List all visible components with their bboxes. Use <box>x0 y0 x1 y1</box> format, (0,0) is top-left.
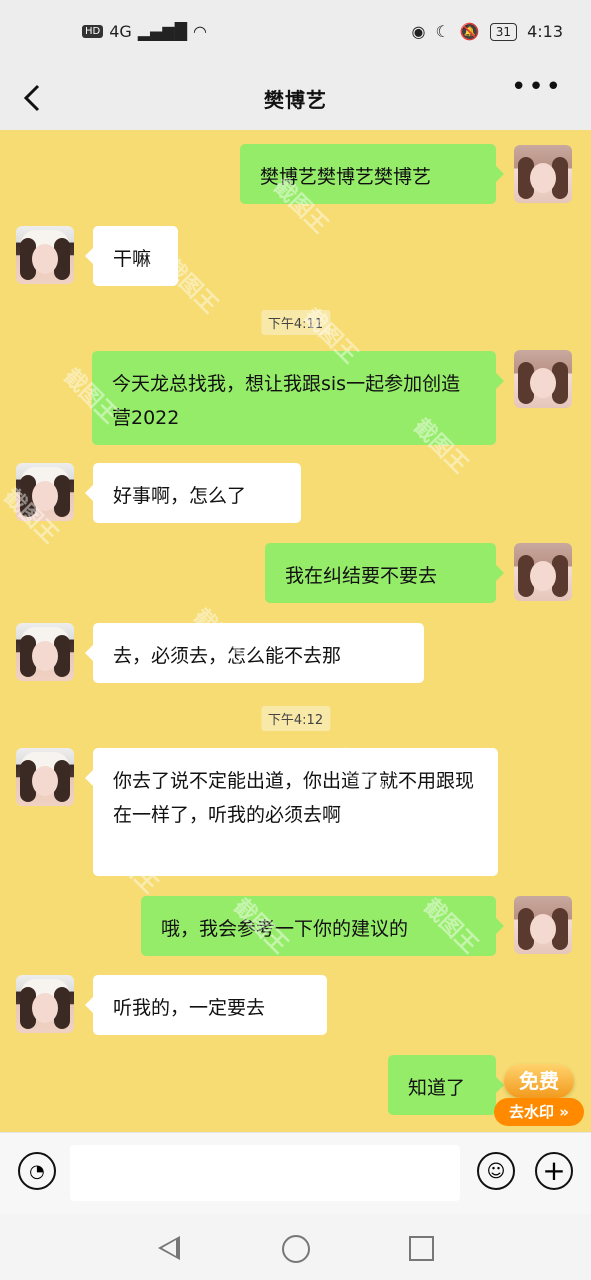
chat-area[interactable]: 樊博艺樊博艺樊博艺 干嘛 下午4:11 今天龙总找我，想让我跟sis一起参加创造… <box>0 130 591 1132</box>
my-avatar[interactable] <box>514 145 572 203</box>
chevron-left-icon[interactable] <box>18 78 48 118</box>
my-avatar[interactable] <box>514 543 572 601</box>
network-badge: HD <box>82 25 104 38</box>
timestamp: 下午4:11 <box>260 310 331 335</box>
message-bubble[interactable]: 今天龙总找我，想让我跟sis一起参加创造营2022 <box>92 351 504 445</box>
promo-free[interactable]: 免费 <box>504 1064 574 1098</box>
chat-header: 樊博艺 ••• <box>0 66 591 130</box>
wifi-icon: ◠ <box>193 22 207 41</box>
message-bubble[interactable]: 去，必须去，怎么能不去那 <box>85 623 424 683</box>
system-nav-bar <box>0 1214 591 1280</box>
status-left: HD 4G ▂▄▆█ ◠ <box>82 22 207 41</box>
message-bubble[interactable]: 好事啊，怎么了 <box>85 463 301 523</box>
friend-avatar[interactable] <box>16 226 74 284</box>
emoji-icon[interactable]: ☺ <box>477 1152 515 1190</box>
message-bubble[interactable]: 樊博艺樊博艺樊博艺 <box>240 144 504 204</box>
message-bubble[interactable]: 我在纠结要不要去 <box>265 543 504 603</box>
watermark-promo[interactable]: 免费 去水印 » <box>494 1044 585 1128</box>
friend-avatar[interactable] <box>16 748 74 806</box>
status-bar: HD 4G ▂▄▆█ ◠ ◉ ☾ 🔕 31 4:13 <box>0 0 591 66</box>
moon-icon: ☾ <box>435 22 450 41</box>
message-bubble[interactable]: 听我的，一定要去 <box>85 975 327 1035</box>
signal-icon: ▂▄▆█ <box>137 22 188 41</box>
voice-icon[interactable]: ◔ <box>18 1152 56 1190</box>
timestamp: 下午4:12 <box>260 706 331 731</box>
nav-home-icon[interactable] <box>282 1235 310 1263</box>
eye-icon: ◉ <box>411 22 426 41</box>
friend-avatar[interactable] <box>16 623 74 681</box>
message-input[interactable] <box>70 1145 460 1201</box>
battery-badge: 31 <box>489 22 518 41</box>
friend-avatar[interactable] <box>16 975 74 1033</box>
my-avatar[interactable] <box>514 896 572 954</box>
input-bar: ◔ ☺ + <box>0 1132 591 1215</box>
chat-title: 樊博艺 <box>264 87 327 112</box>
nav-recent-icon[interactable] <box>409 1236 434 1261</box>
more-icon[interactable]: ••• <box>511 72 563 102</box>
mute-icon: 🔕 <box>459 22 480 41</box>
time-label: 4:13 <box>527 22 563 41</box>
message-bubble[interactable]: 知道了 <box>388 1055 504 1115</box>
friend-avatar[interactable] <box>16 463 74 521</box>
plus-icon[interactable]: + <box>535 1152 573 1190</box>
signal-label: 4G <box>109 22 132 41</box>
message-bubble[interactable]: 你去了说不定能出道，你出道了就不用跟现在一样了，听我的必须去啊 <box>85 748 498 876</box>
promo-remove-watermark[interactable]: 去水印 » <box>494 1098 584 1126</box>
message-bubble[interactable]: 干嘛 <box>85 226 178 286</box>
nav-back-inner <box>162 1240 176 1256</box>
message-bubble[interactable]: 哦，我会参考一下你的建议的 <box>141 896 504 956</box>
status-right: ◉ ☾ 🔕 31 4:13 <box>412 22 563 41</box>
my-avatar[interactable] <box>514 350 572 408</box>
